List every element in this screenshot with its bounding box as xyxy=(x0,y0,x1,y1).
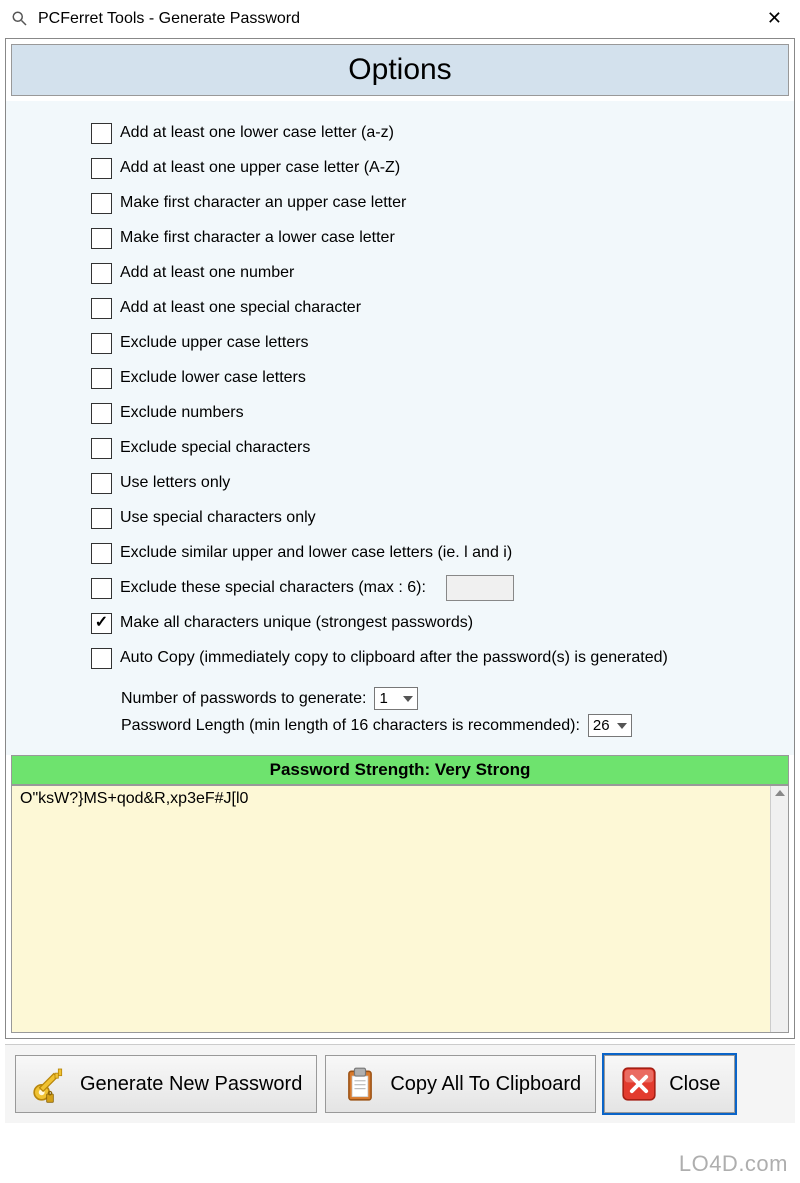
option-row: Make all characters unique (strongest pa… xyxy=(91,608,794,638)
password-length-row: Password Length (min length of 16 charac… xyxy=(121,714,794,737)
option-checkbox[interactable] xyxy=(91,438,112,459)
option-row: Add at least one lower case letter (a-z) xyxy=(91,118,794,148)
generate-button-label: Generate New Password xyxy=(80,1073,302,1096)
option-label[interactable]: Make all characters unique (strongest pa… xyxy=(120,614,473,632)
option-checkbox[interactable] xyxy=(91,123,112,144)
scrollbar[interactable] xyxy=(770,786,788,1032)
option-checkbox[interactable] xyxy=(91,473,112,494)
number-of-passwords-select[interactable]: 1 xyxy=(374,687,418,710)
select-value: 26 xyxy=(593,717,610,734)
close-square-icon xyxy=(619,1064,659,1104)
option-row: Make first character a lower case letter xyxy=(91,223,794,253)
generate-new-password-button[interactable]: Generate New Password xyxy=(15,1055,317,1113)
option-label[interactable]: Add at least one number xyxy=(120,264,294,282)
option-label[interactable]: Add at least one special character xyxy=(120,299,361,317)
option-row: Make first character an upper case lette… xyxy=(91,188,794,218)
window-title: PCFerret Tools - Generate Password xyxy=(38,10,300,28)
option-row: Exclude special characters xyxy=(91,433,794,463)
watermark: LO4D.com xyxy=(679,1151,788,1177)
option-checkbox[interactable] xyxy=(91,403,112,424)
option-checkbox[interactable] xyxy=(91,158,112,179)
password-length-select[interactable]: 26 xyxy=(588,714,632,737)
option-checkbox[interactable] xyxy=(91,333,112,354)
option-label[interactable]: Use letters only xyxy=(120,474,230,492)
copy-button-label: Copy All To Clipboard xyxy=(390,1073,581,1096)
option-row: Add at least one number xyxy=(91,258,794,288)
option-label[interactable]: Exclude upper case letters xyxy=(120,334,309,352)
option-row: Exclude these special characters (max : … xyxy=(91,573,794,603)
option-checkbox[interactable] xyxy=(91,613,112,634)
option-label[interactable]: Auto Copy (immediately copy to clipboard… xyxy=(120,649,668,667)
generated-password-output[interactable]: O"ksW?}MS+qod&R,xp3eF#J[l0 xyxy=(11,785,789,1033)
option-checkbox[interactable] xyxy=(91,228,112,249)
button-bar: Generate New Password Copy All To Clipbo… xyxy=(5,1044,795,1123)
option-label[interactable]: Exclude numbers xyxy=(120,404,244,422)
close-button-label: Close xyxy=(669,1073,720,1096)
option-checkbox[interactable] xyxy=(91,543,112,564)
number-of-passwords-label: Number of passwords to generate: xyxy=(121,690,366,708)
close-button[interactable]: Close xyxy=(604,1055,735,1113)
option-label[interactable]: Exclude special characters xyxy=(120,439,310,457)
key-icon xyxy=(30,1064,70,1104)
password-length-label: Password Length (min length of 16 charac… xyxy=(121,717,580,735)
option-row: Add at least one upper case letter (A-Z) xyxy=(91,153,794,183)
copy-all-to-clipboard-button[interactable]: Copy All To Clipboard xyxy=(325,1055,596,1113)
option-checkbox[interactable] xyxy=(91,578,112,599)
option-row: Exclude numbers xyxy=(91,398,794,428)
option-label[interactable]: Make first character a lower case letter xyxy=(120,229,395,247)
option-row: Use letters only xyxy=(91,468,794,498)
option-row: Exclude lower case letters xyxy=(91,363,794,393)
option-row: Add at least one special character xyxy=(91,293,794,323)
option-checkbox[interactable] xyxy=(91,508,112,529)
option-row: Exclude similar upper and lower case let… xyxy=(91,538,794,568)
option-label[interactable]: Exclude similar upper and lower case let… xyxy=(120,544,512,562)
number-of-passwords-row: Number of passwords to generate: 1 xyxy=(121,687,794,710)
option-row: Use special characters only xyxy=(91,503,794,533)
window-body: Options Add at least one lower case lett… xyxy=(5,38,795,1039)
generated-password-text: O"ksW?}MS+qod&R,xp3eF#J[l0 xyxy=(20,790,248,807)
option-label[interactable]: Make first character an upper case lette… xyxy=(120,194,406,212)
option-checkbox[interactable] xyxy=(91,193,112,214)
exclude-characters-input[interactable] xyxy=(446,575,514,601)
option-checkbox[interactable] xyxy=(91,298,112,319)
option-checkbox[interactable] xyxy=(91,648,112,669)
option-label[interactable]: Exclude these special characters (max : … xyxy=(120,579,426,597)
option-row: Exclude upper case letters xyxy=(91,328,794,358)
option-label[interactable]: Add at least one lower case letter (a-z) xyxy=(120,124,394,142)
option-checkbox[interactable] xyxy=(91,263,112,284)
select-value: 1 xyxy=(379,690,387,707)
close-icon[interactable]: ✕ xyxy=(759,4,790,33)
password-strength-bar: Password Strength: Very Strong xyxy=(11,755,789,785)
app-icon xyxy=(10,9,30,29)
option-checkbox[interactable] xyxy=(91,368,112,389)
option-label[interactable]: Add at least one upper case letter (A-Z) xyxy=(120,159,400,177)
clipboard-icon xyxy=(340,1064,380,1104)
titlebar: PCFerret Tools - Generate Password ✕ xyxy=(0,0,800,38)
option-label[interactable]: Use special characters only xyxy=(120,509,316,527)
options-header: Options xyxy=(11,44,789,96)
option-row: Auto Copy (immediately copy to clipboard… xyxy=(91,643,794,673)
options-panel: Add at least one lower case letter (a-z)… xyxy=(6,101,794,755)
option-label[interactable]: Exclude lower case letters xyxy=(120,369,306,387)
